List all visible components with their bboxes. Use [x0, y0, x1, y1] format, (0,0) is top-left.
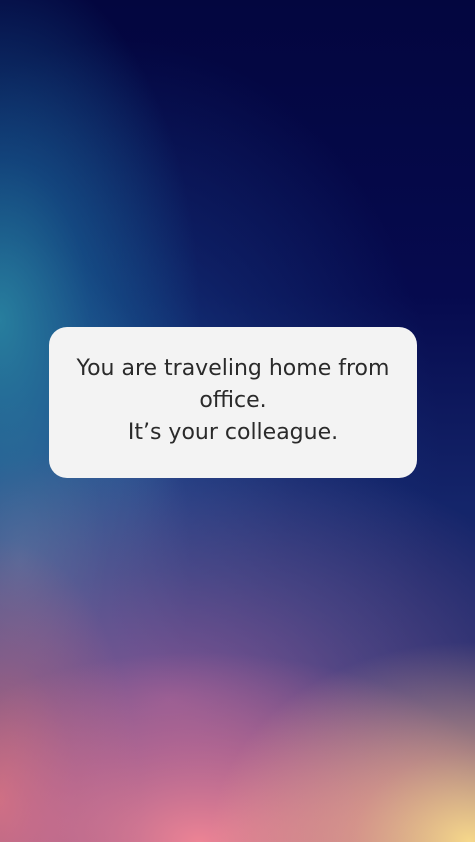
- message-line-2: office.: [199, 387, 267, 413]
- message-line-3: It’s your colleague.: [127, 419, 339, 445]
- background-screen: You are traveling home from office. It’s…: [0, 0, 475, 842]
- message-card: You are traveling home from office. It’s…: [49, 327, 417, 478]
- message-line-1: You are traveling home from: [76, 355, 390, 381]
